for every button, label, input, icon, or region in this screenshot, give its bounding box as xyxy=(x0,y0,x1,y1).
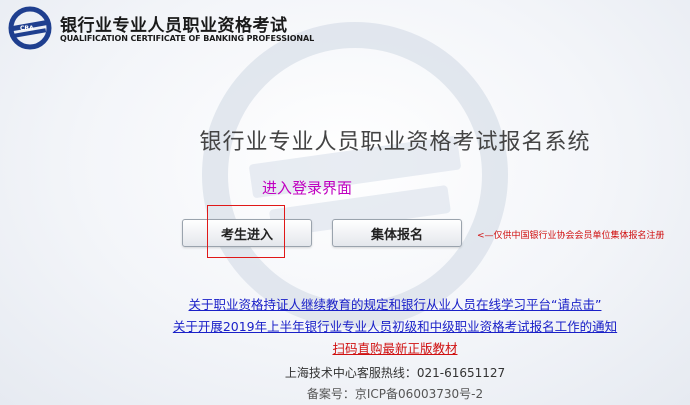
group-registration-note: <—仅供中国银行业协会会员单位集体报名注册 xyxy=(477,231,665,241)
icp-record-number: 备案号：京ICP备06003730号-2 xyxy=(306,387,484,401)
svg-text:CBA: CBA xyxy=(20,25,34,32)
continuing-education-link[interactable]: 关于职业资格持证人继续教育的规定和银行从业人员在线学习平台“请点击” xyxy=(0,294,690,313)
buy-materials-link[interactable]: 扫码直购最新正版教材 xyxy=(0,338,690,357)
support-hotline: 上海技术中心客服热线：021-61651127 xyxy=(284,366,506,380)
exam-notice-link[interactable]: 关于开展2019年上半年银行业专业人员初级和中级职业资格考试报名工作的通知 xyxy=(0,316,690,335)
group-registration-button[interactable]: 集体报名 xyxy=(332,219,462,247)
brand-name-chinese: 银行业专业人员职业资格考试 xyxy=(60,16,288,36)
brand-name-english: QUALIFICATION CERTIFICATE OF BANKING PRO… xyxy=(60,34,315,43)
site-header: CBA 银行业专业人员职业资格考试 QUALIFICATION CERTIFIC… xyxy=(8,6,338,50)
highlight-annotation-box xyxy=(207,205,285,258)
page-title: 银行业专业人员职业资格考试报名系统 xyxy=(199,130,591,155)
login-annotation-text: 进入登录界面 xyxy=(262,179,353,197)
banking-association-logo-icon: CBA xyxy=(8,6,52,50)
